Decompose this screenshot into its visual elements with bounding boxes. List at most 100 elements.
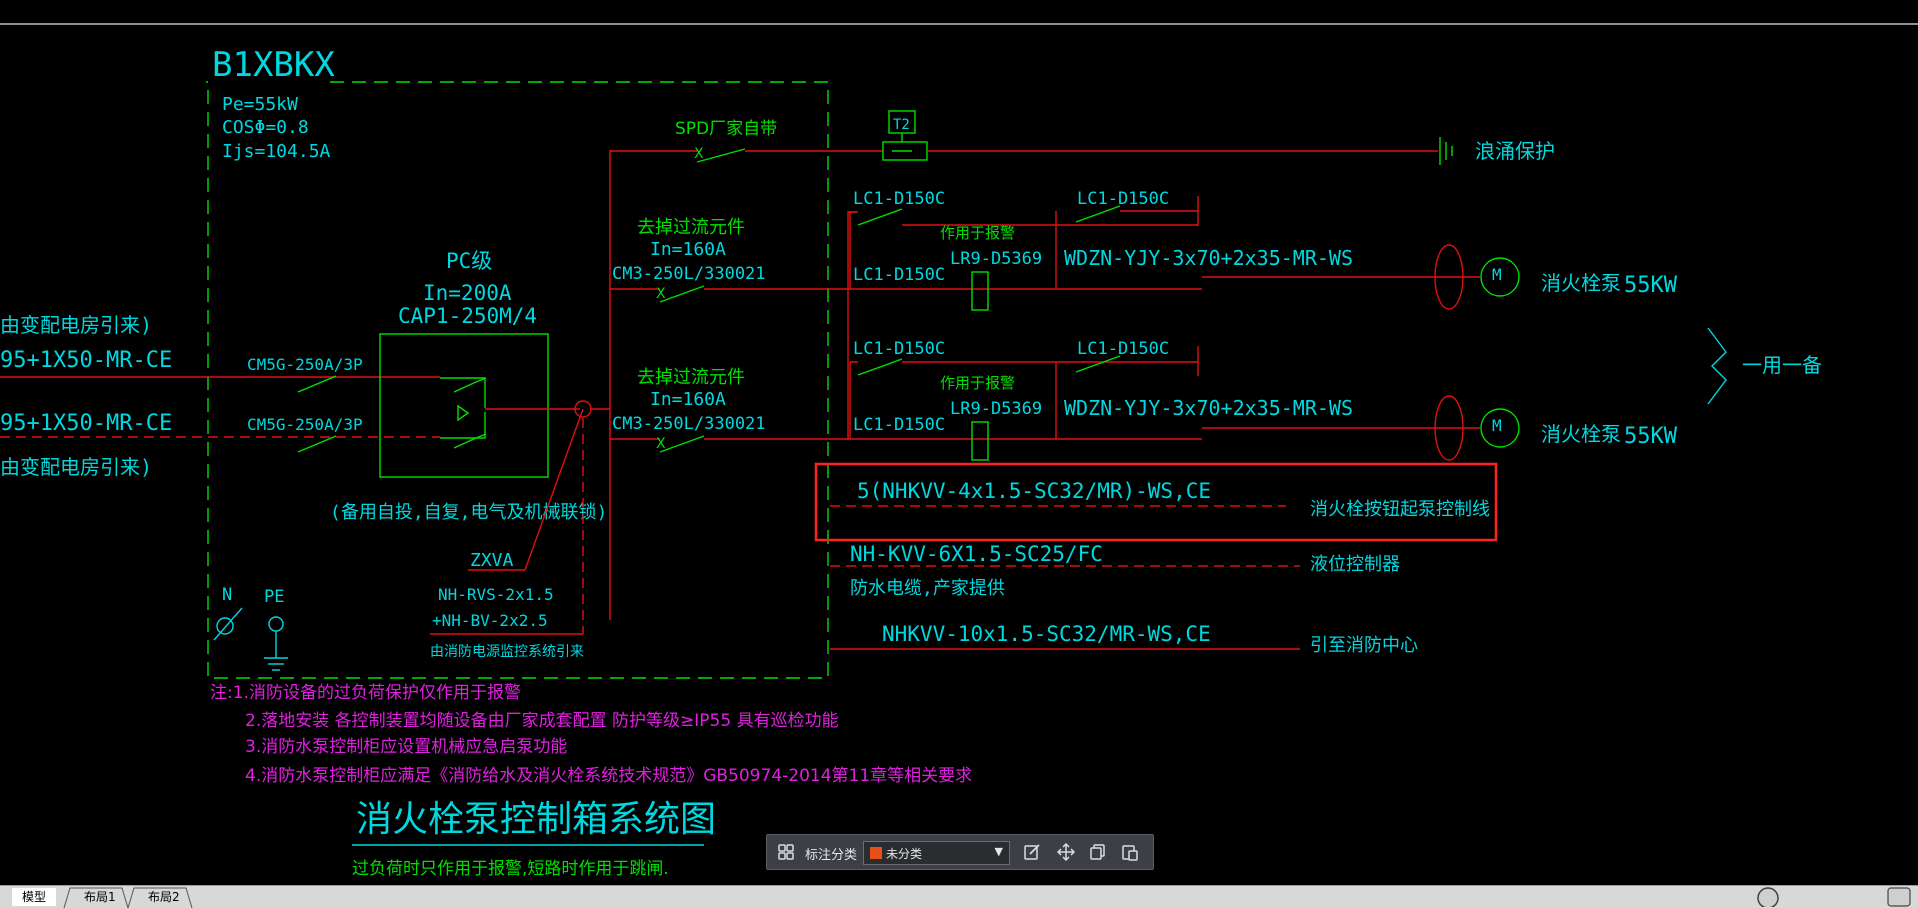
category-select[interactable]: 未分类 ▼ [863, 841, 1010, 865]
settings-gear-icon[interactable] [1887, 887, 1911, 907]
duty-brace [1707, 327, 1727, 405]
chevron-down-icon: ▼ [994, 845, 1003, 858]
n-label: N [222, 585, 232, 605]
breaker-2-contact [297, 435, 337, 453]
zxva-leader [524, 408, 584, 571]
note-1: 注:1.消防设备的过负荷保护仅作用于报警 [210, 683, 521, 703]
control-line-2: NH-KVV-6X1.5-SC25/FC [850, 542, 1103, 566]
ats-contact-a [440, 377, 486, 408]
control-line-1-desc: 消火栓按钮起泵控制线 [1310, 499, 1490, 520]
branch-1-contactor-a-contact [857, 208, 903, 226]
branch-2-load: 消火栓泵 [1541, 422, 1621, 446]
branch-1-relay-note: 作用于报警 [940, 224, 1015, 242]
panel-name: B1XBKX [212, 45, 335, 85]
ats-contact-b [440, 412, 486, 439]
branch-1-x-mark: X [656, 286, 666, 302]
branch-1-contactor-c: LC1-D150C [1077, 189, 1169, 209]
branch-1-switch [659, 285, 705, 303]
panel-param-ijs: Ijs=104.5A [222, 141, 331, 162]
ats-switch-b [453, 433, 487, 449]
incoming-cable-2: 95+1X50-MR-CE [0, 411, 172, 436]
pe-terminal [268, 616, 284, 632]
spd-label: SPD厂家自带 [675, 119, 777, 139]
control-line-3: NHKVV-10x1.5-SC32/MR-WS,CE [882, 622, 1211, 646]
tab-dividers [63, 887, 193, 908]
branch-2-x-mark: X [656, 436, 666, 452]
spd-t2-label: T2 [893, 117, 910, 133]
category-label: 标注分类 [805, 848, 858, 863]
branch-1-relay: LR9-D5369 [950, 249, 1042, 269]
ats-diode [457, 404, 470, 422]
ats-box [379, 333, 549, 478]
branch-1-contactor-b: LC1-D150C [853, 265, 945, 285]
drawing-title: 消火栓泵控制箱系统图 [356, 799, 716, 840]
branch-1-contactor-a: LC1-D150C [853, 189, 945, 209]
tab-model[interactable]: 模型 [12, 888, 57, 906]
branch-2-contactor-b: LC1-D150C [853, 415, 945, 435]
branch-1-motor-m: M [1492, 265, 1502, 284]
incoming-cable-1: 95+1X50-MR-CE [0, 348, 172, 373]
ats-switch-a [453, 377, 487, 393]
branch-2-note: 去掉过流元件 [637, 367, 745, 388]
branch-1-relay-box [971, 271, 989, 311]
rvs-label-1: NH-RVS-2x1.5 [438, 585, 554, 604]
drawing-subtitle: 过负荷时只作用于报警,短路时作用于跳闸. [352, 859, 669, 879]
note-4: 4.消防水泵控制柜应满足《消防给水及消火栓系统技术规范》GB50974-2014… [245, 766, 972, 786]
branch-2-switch [659, 435, 705, 453]
breaker-1-label: CM5G-250A/3P [247, 355, 363, 374]
branch-2-rating: In=160A [650, 389, 726, 410]
control-line-1: 5(NHKVV-4x1.5-SC32/MR)-WS,CE [857, 479, 1211, 503]
spd-x-mark: X [694, 146, 704, 162]
contactor-bracket [847, 211, 856, 440]
layout-tab-bar: 模型 布局1 布局2 [0, 885, 1918, 908]
spd-switch [696, 148, 746, 163]
control-line-3-desc: 引至消防中心 [1310, 635, 1418, 656]
pe-label: PE [264, 587, 284, 607]
copy-icon[interactable] [1089, 843, 1107, 861]
ats-model: CAP1-250M/4 [398, 304, 537, 328]
grid-icon[interactable] [777, 843, 795, 861]
branch-2-relay: LR9-D5369 [950, 399, 1042, 419]
note-2: 2.落地安装 各控制装置均随设备由厂家成套配置 防护等级≥IP55 具有巡检功能 [245, 711, 839, 731]
branch-1-load: 消火栓泵 [1541, 271, 1621, 295]
rvs-label-2: +NH-BV-2x2.5 [432, 611, 548, 630]
control-line-2-desc: 液位控制器 [1310, 554, 1400, 575]
branch-2-contactor-c: LC1-D150C [1077, 339, 1169, 359]
ats-rating: In=200A [423, 281, 512, 305]
branch-1-note: 去掉过流元件 [637, 217, 745, 238]
n-slash [213, 607, 243, 641]
branch-2-relay-note: 作用于报警 [940, 374, 1015, 392]
ats-title: PC级 [446, 249, 492, 273]
breaker-2-label: CM5G-250A/3P [247, 415, 363, 434]
branch-2-contactor-a: LC1-D150C [853, 339, 945, 359]
panel-param-pe: Pe=55kW [222, 94, 298, 115]
control-line-2-sub: 防水电缆,产家提供 [850, 578, 1005, 599]
branch-2-contactor-a-contact [857, 358, 903, 376]
branch-2-motor-m: M [1492, 416, 1502, 435]
panel-param-cos: COSΦ=0.8 [222, 117, 309, 138]
breaker-1-contact [297, 375, 337, 393]
cad-drawing-canvas[interactable]: .cy { fill:#00d8e0; font-family:"DejaVu … [0, 0, 1918, 885]
incoming-note-top: 由变配电房引来) [0, 313, 152, 337]
branch-2-power: 55KW [1624, 424, 1678, 449]
duty-note: 一用一备 [1742, 353, 1822, 377]
branch-1-rating: In=160A [650, 239, 726, 260]
branch-1-breaker: CM3-250L/330021 [612, 264, 766, 284]
rvs-note: 由消防电源监控系统引来 [430, 644, 584, 660]
branch-1-cable: WDZN-YJY-3x70+2x35-MR-WS [1064, 246, 1353, 270]
branch-2-cable: WDZN-YJY-3x70+2x35-MR-WS [1064, 396, 1353, 420]
surge-label: 浪涌保护 [1475, 139, 1555, 163]
ats-note: (备用自投,自复,电气及机械联锁) [330, 502, 607, 523]
zxva-label: ZXVA [470, 550, 514, 571]
note-3: 3.消防水泵控制柜应设置机械应急启泵功能 [245, 737, 567, 757]
paste-icon[interactable] [1121, 843, 1139, 861]
move-icon[interactable] [1057, 843, 1075, 861]
incoming-note-bottom: 由变配电房引来) [0, 455, 152, 479]
annotation-toolbar: 标注分类 未分类 ▼ [766, 834, 1154, 870]
status-circle-icon[interactable] [1757, 887, 1779, 907]
category-selected: 未分类 [886, 847, 923, 861]
status-icons [1757, 887, 1911, 907]
edit-icon[interactable] [1023, 843, 1041, 861]
category-swatch [870, 847, 882, 859]
branch-1-power: 55KW [1624, 273, 1678, 298]
